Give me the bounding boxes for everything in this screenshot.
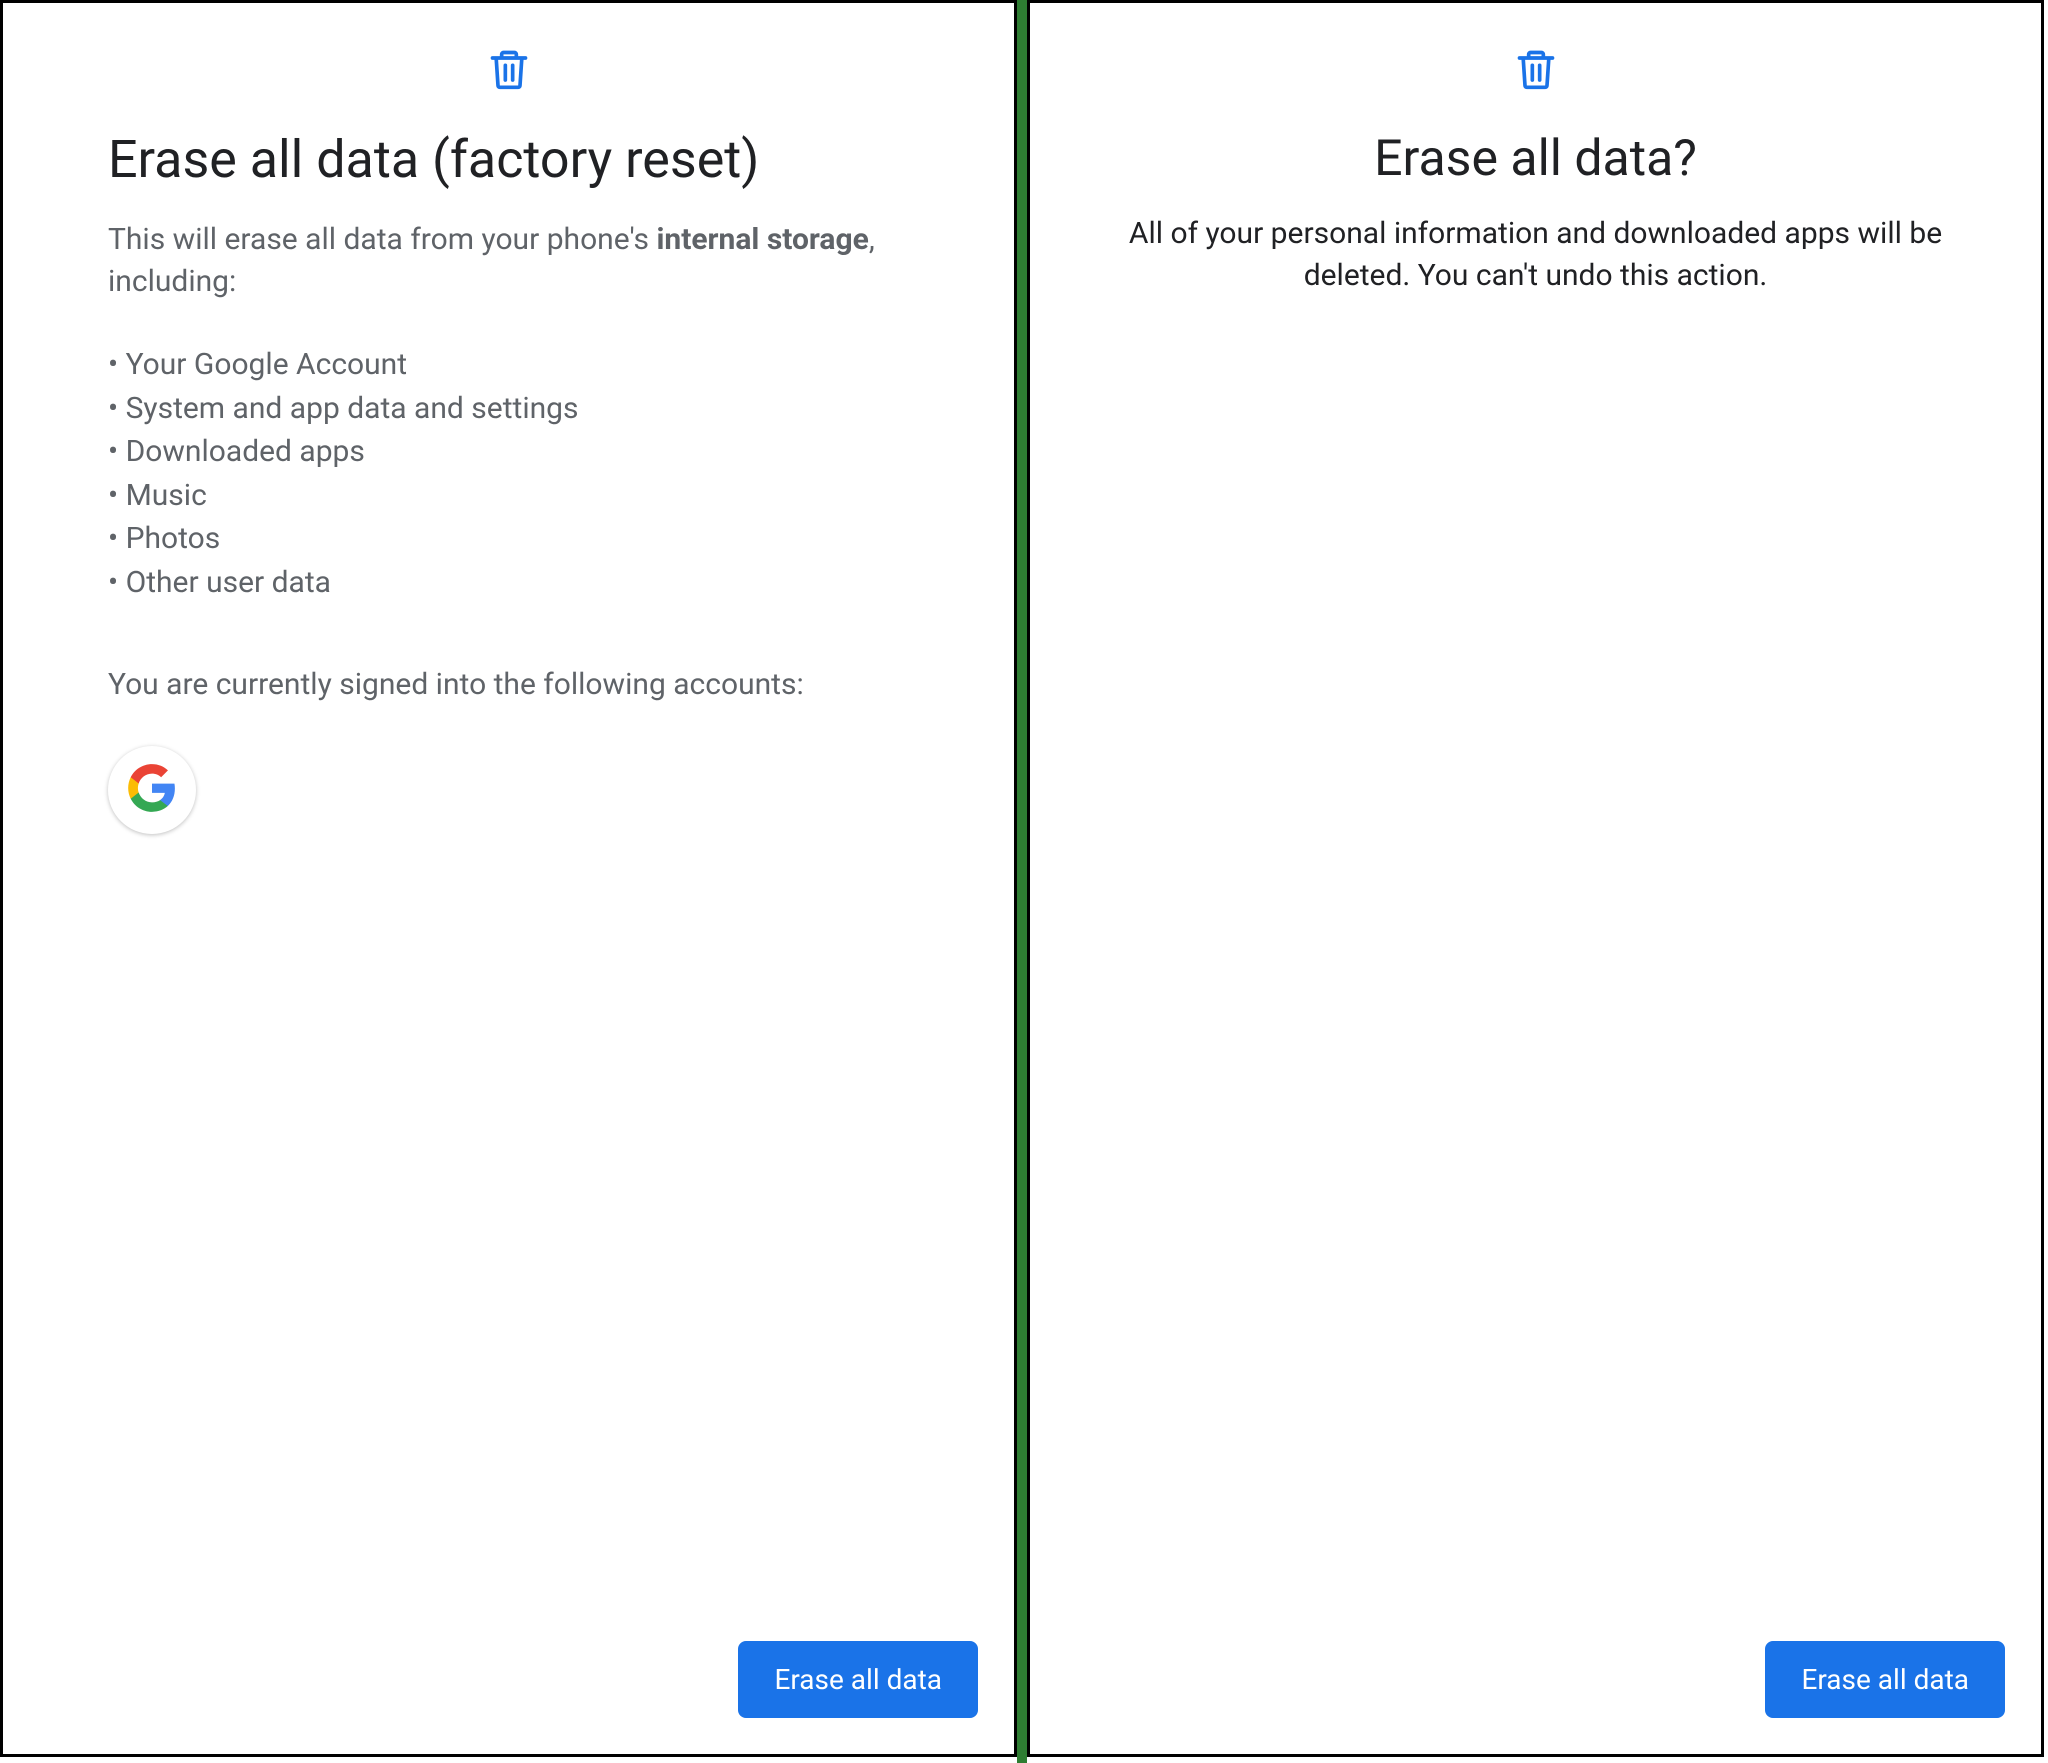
- trash-icon: [1514, 43, 1558, 99]
- signed-in-accounts-text: You are currently signed into the follow…: [108, 664, 914, 706]
- confirm-description: All of your personal information and dow…: [1090, 213, 1981, 297]
- list-item: Music: [108, 474, 914, 518]
- page-title: Erase all data (factory reset): [108, 129, 914, 191]
- desc-prefix: This will erase all data from your phone…: [108, 222, 656, 257]
- list-item: System and app data and settings: [108, 387, 914, 431]
- erase-all-data-button[interactable]: Erase all data: [1765, 1641, 2005, 1718]
- page-title: Erase all data?: [1090, 129, 1981, 189]
- erase-description: This will erase all data from your phone…: [108, 219, 914, 303]
- desc-bold: internal storage: [656, 222, 868, 257]
- list-item: Photos: [108, 517, 914, 561]
- erase-bullet-list: Your Google Account System and app data …: [108, 343, 914, 604]
- list-item: Your Google Account: [108, 343, 914, 387]
- trash-icon: [487, 43, 531, 99]
- screenshot-divider: [1017, 0, 1027, 1763]
- erase-all-data-button[interactable]: Erase all data: [738, 1641, 978, 1718]
- factory-reset-info-screen: Erase all data (factory reset) This will…: [0, 0, 1017, 1757]
- google-logo-icon: [126, 762, 178, 818]
- header-icon-row: [1030, 3, 2041, 129]
- google-account-badge[interactable]: [108, 746, 196, 834]
- list-item: Downloaded apps: [108, 430, 914, 474]
- list-item: Other user data: [108, 561, 914, 605]
- header-icon-row: [3, 3, 1014, 129]
- factory-reset-confirm-screen: Erase all data? All of your personal inf…: [1027, 0, 2044, 1757]
